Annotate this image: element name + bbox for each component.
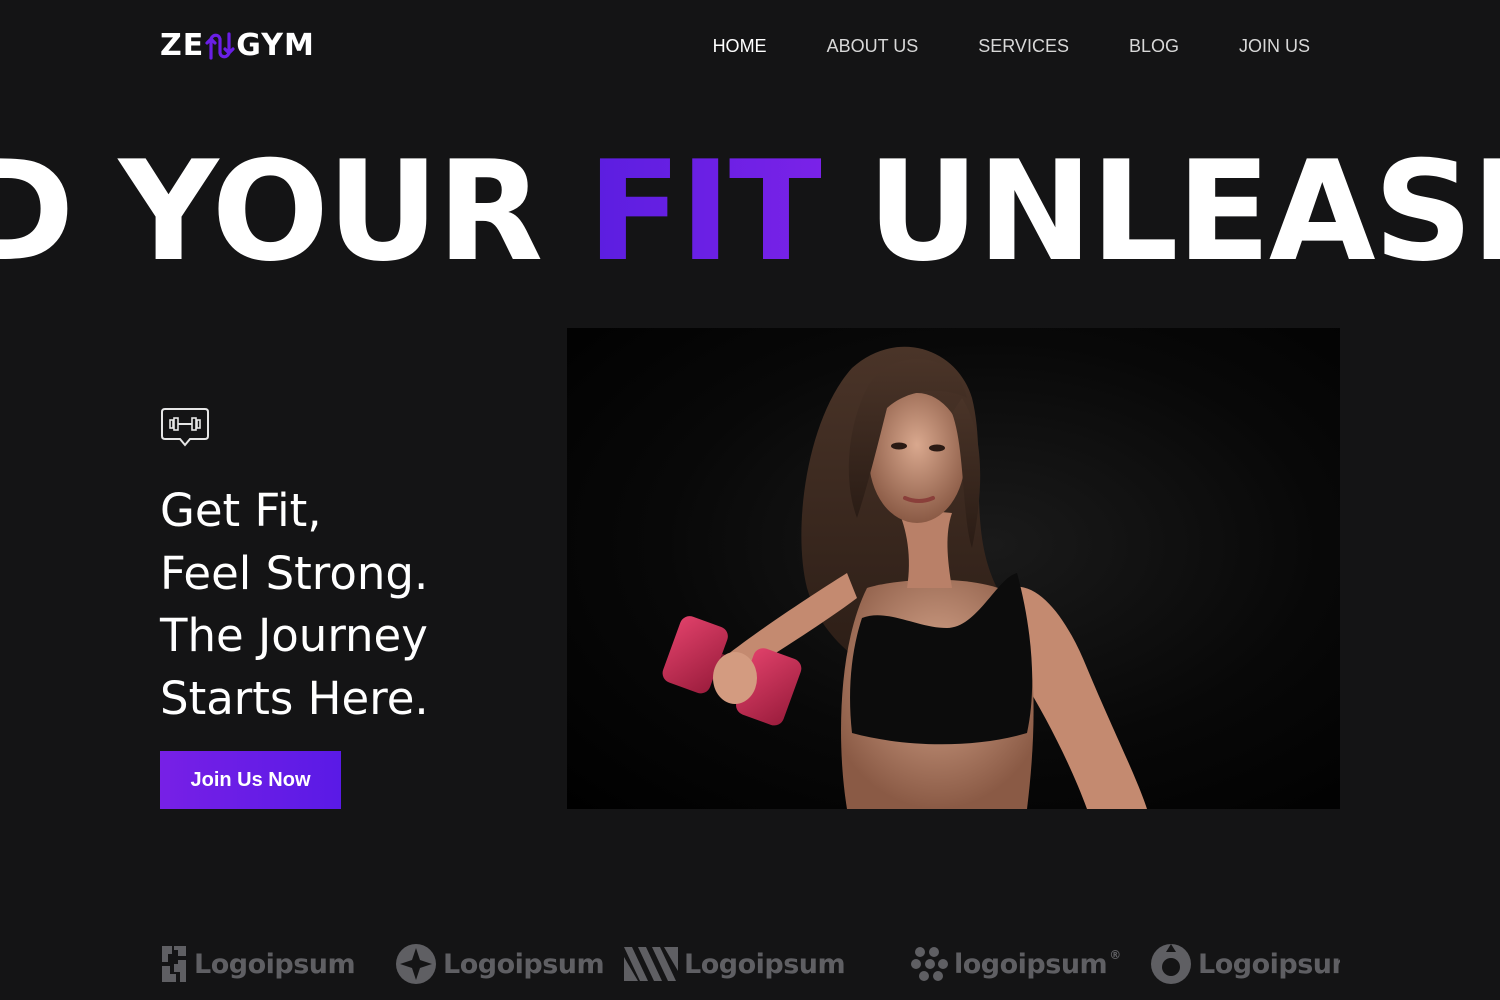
partner-logo-label: logoipsum	[954, 948, 1108, 980]
brand-arrows-icon	[205, 32, 235, 60]
nav-blog[interactable]: BLOG	[1129, 32, 1179, 60]
partner-logo-label: Logoipsun	[1198, 948, 1340, 980]
brand-logo-prefix: ZE	[160, 28, 205, 63]
hero-heading-line: Get Fit,	[160, 484, 322, 537]
ring-logo-icon	[1151, 944, 1191, 984]
partner-logo[interactable]: Logoipsun	[1150, 940, 1340, 988]
brand-logo[interactable]: ZE GYM	[160, 30, 315, 62]
partner-logo-label: Logoipsum	[443, 948, 605, 980]
nav-home[interactable]: HOME	[713, 32, 767, 60]
hero-photo	[567, 328, 1340, 809]
site-header: ZE GYM HOME ABOUT US SERVICES BLOG JOIN …	[0, 0, 1500, 92]
registered-mark: ®	[1109, 948, 1121, 962]
woman-with-dumbbell-illustration	[662, 346, 1147, 809]
partner-logo[interactable]: Logoipsum	[160, 940, 356, 988]
main-nav: HOME ABOUT US SERVICES BLOG JOIN US	[713, 32, 1310, 60]
dots-logo-icon	[911, 947, 948, 981]
stripes-logo-icon	[624, 947, 678, 981]
hero-heading-line: The Journey	[160, 609, 428, 662]
marquee-text-after: UNLEASH	[867, 142, 1500, 282]
partner-logo[interactable]: logoipsum ®	[910, 940, 1121, 988]
partner-logo[interactable]: Logoipsum	[395, 940, 605, 988]
marquee-text-before: D YOUR	[0, 142, 588, 282]
brand-logo-suffix: GYM	[236, 28, 315, 63]
join-us-now-button[interactable]: Join Us Now	[160, 751, 341, 809]
hero-heading: Get Fit, Feel Strong. The Journey Starts…	[160, 480, 500, 730]
hero-heading-line: Starts Here.	[160, 671, 429, 725]
puzzle-logo-icon	[162, 946, 186, 982]
headline-marquee: D YOUR FIT UNLEASH	[0, 142, 1500, 282]
nav-join-us[interactable]: JOIN US	[1239, 32, 1310, 60]
partner-logo-label: Logoipsum	[684, 948, 846, 980]
partner-logos: Logoipsum Logoipsum Logoipsum logoipsum ®…	[160, 940, 1340, 990]
nav-about-us[interactable]: ABOUT US	[827, 32, 919, 60]
hero-heading-line: Feel Strong.	[160, 546, 429, 600]
partner-logo-label: Logoipsum	[194, 948, 356, 980]
nav-services[interactable]: SERVICES	[978, 32, 1069, 60]
star-circle-logo-icon	[396, 944, 436, 984]
marquee-text-accent: FIT	[587, 142, 823, 282]
partner-logo[interactable]: Logoipsum	[624, 940, 846, 988]
dumbbell-chat-icon	[161, 408, 209, 447]
